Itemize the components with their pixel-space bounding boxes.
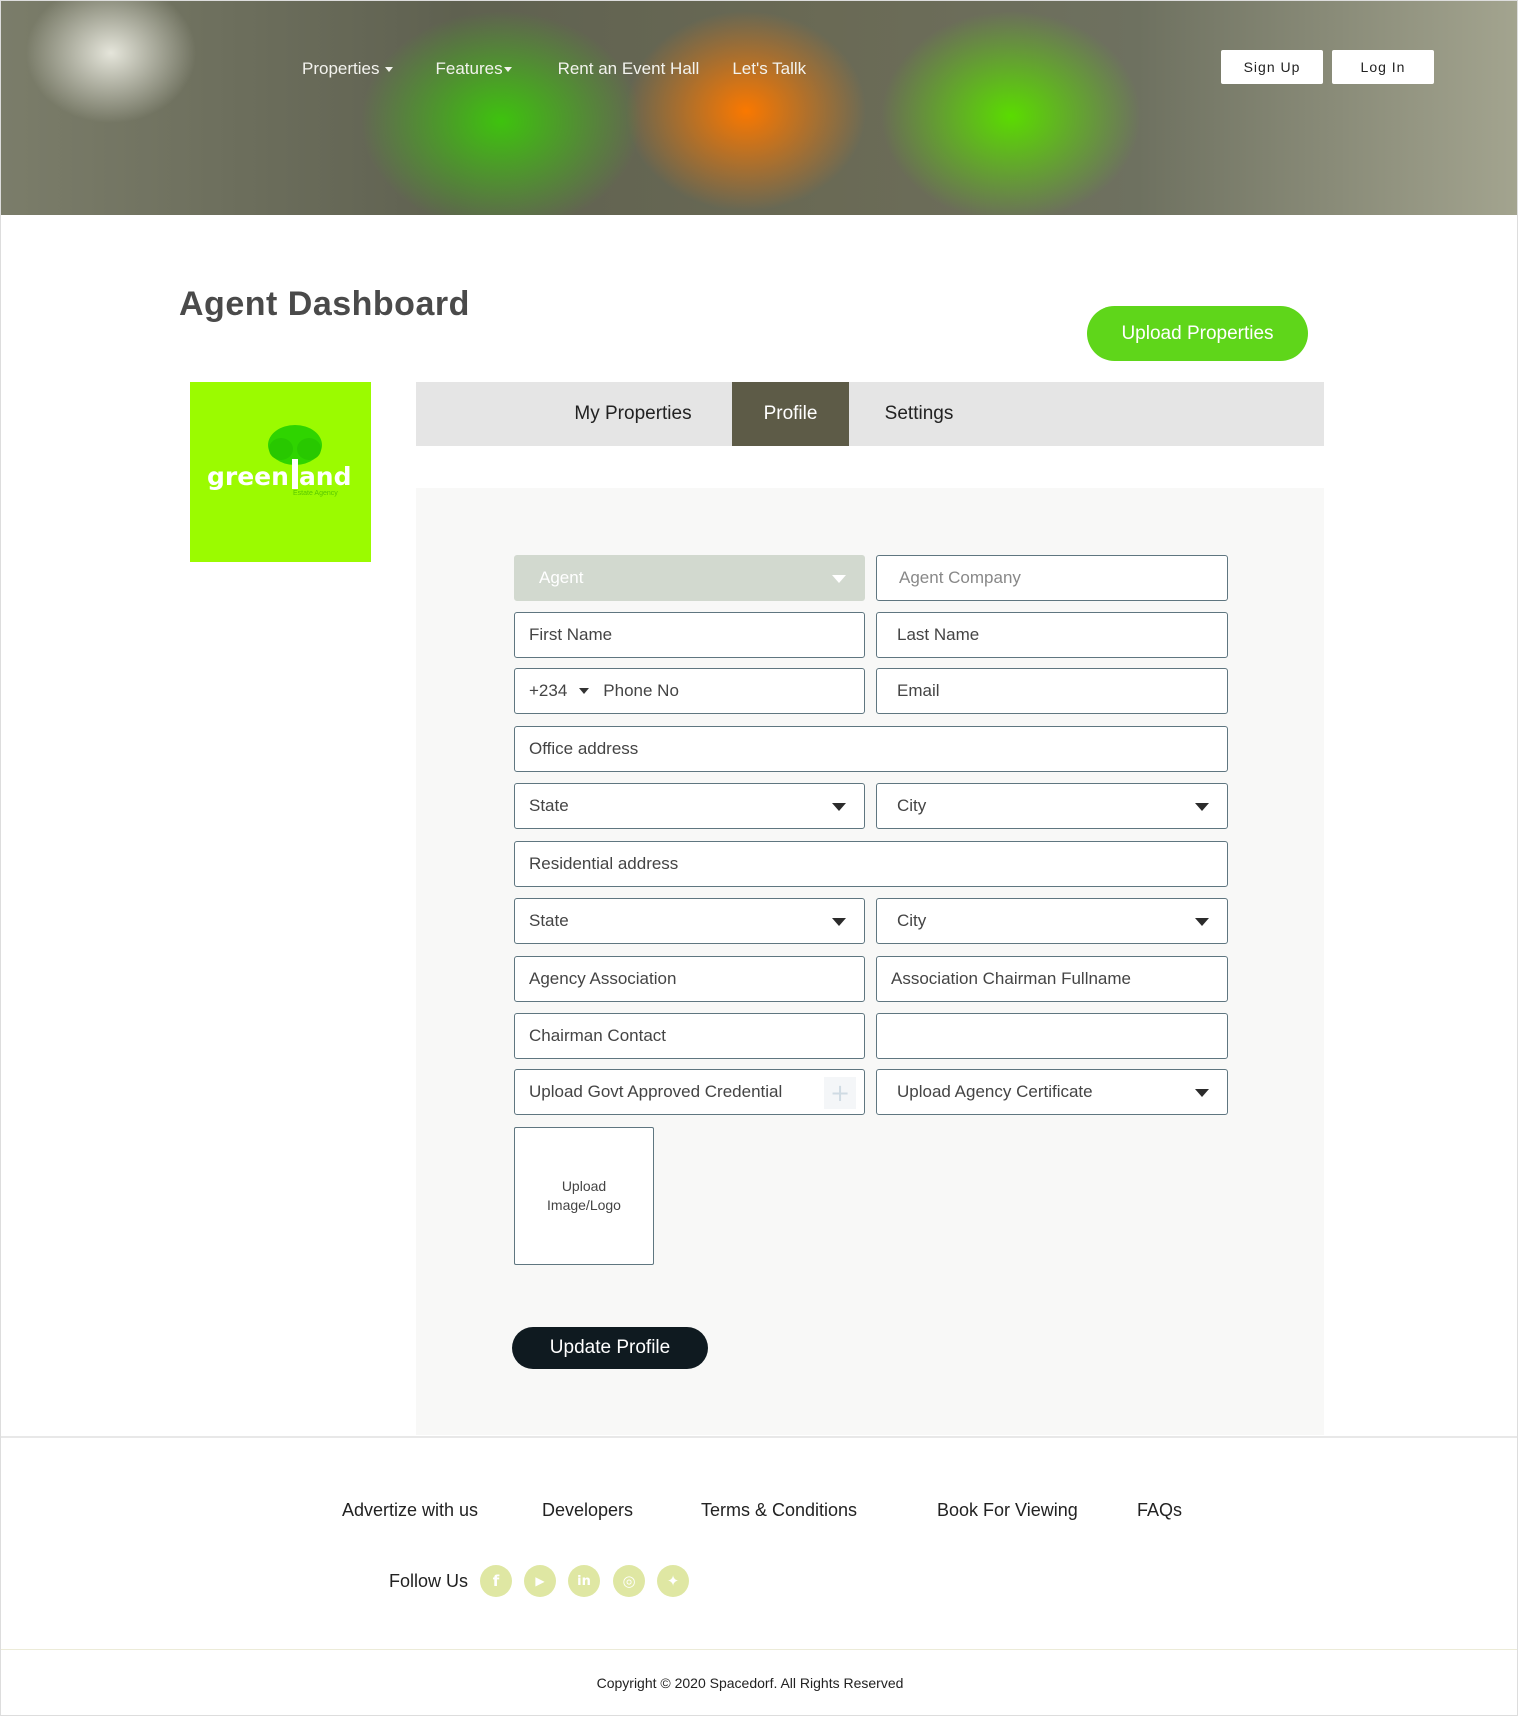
footer-link-faqs[interactable]: FAQs <box>1137 1500 1182 1521</box>
footer-divider <box>1 1436 1517 1438</box>
upload-properties-button[interactable]: Upload Properties <box>1087 306 1308 361</box>
agent-company-input[interactable]: Agent Company <box>876 555 1228 601</box>
page-title: Agent Dashboard <box>179 285 470 323</box>
footer-link-terms[interactable]: Terms & Conditions <box>701 1500 857 1521</box>
nav-properties[interactable]: Properties <box>302 59 394 79</box>
facebook-icon[interactable]: f <box>480 1565 512 1597</box>
upload-credential-label: Upload Govt Approved Credential <box>529 1082 783 1101</box>
tab-my-properties[interactable]: My Properties <box>553 382 713 446</box>
phone-placeholder: Phone No <box>603 681 679 700</box>
office-state-select[interactable]: State <box>514 783 865 829</box>
instagram-icon[interactable]: ◎ <box>613 1565 645 1597</box>
footer-link-book-viewing[interactable]: Book For Viewing <box>937 1500 1078 1521</box>
email-input[interactable]: Email <box>876 668 1228 714</box>
first-name-input[interactable]: First Name <box>514 612 865 658</box>
email-placeholder: Email <box>897 681 940 700</box>
residential-city-select[interactable]: City <box>876 898 1228 944</box>
agency-association-input[interactable]: Agency Association <box>514 956 865 1002</box>
last-name-input[interactable]: Last Name <box>876 612 1228 658</box>
main-nav: Properties Features Rent an Event Hall L… <box>302 59 806 79</box>
agent-company-placeholder: Agent Company <box>899 568 1021 587</box>
logo-word-1: green <box>207 462 289 491</box>
nav-properties-label: Properties <box>302 59 380 78</box>
linkedin-icon[interactable]: in <box>568 1565 600 1597</box>
residential-address-input[interactable]: Residential address <box>514 841 1228 887</box>
chevron-down-icon <box>503 66 512 72</box>
last-name-placeholder: Last Name <box>897 625 980 644</box>
office-address-input[interactable]: Office address <box>514 726 1228 772</box>
footer-link-advertize[interactable]: Advertize with us <box>342 1500 478 1521</box>
residential-city-value: City <box>897 911 927 930</box>
phone-input[interactable]: +234 Phone No <box>514 668 865 714</box>
chevron-down-icon <box>579 688 590 694</box>
chevron-down-icon <box>1195 918 1209 926</box>
phone-code-select[interactable]: +234 <box>529 681 567 701</box>
hero-header: Properties Features Rent an Event Hall L… <box>1 1 1517 215</box>
update-profile-button[interactable]: Update Profile <box>512 1327 708 1369</box>
upload-certificate-select[interactable]: Upload Agency Certificate <box>876 1069 1228 1115</box>
dashboard-tabs: My Properties Profile Settings <box>416 382 1324 446</box>
nav-features-label: Features <box>435 59 503 78</box>
chevron-down-icon <box>832 575 846 583</box>
upload-image-logo-box[interactable]: Upload Image/Logo <box>514 1127 654 1265</box>
residential-state-select[interactable]: State <box>514 898 865 944</box>
youtube-icon[interactable]: ▶ <box>524 1565 556 1597</box>
residential-state-value: State <box>529 911 569 930</box>
nav-lets-talk-label: Let's Tallk <box>732 59 807 78</box>
log-in-button[interactable]: Log In <box>1332 50 1434 84</box>
footer-link-developers[interactable]: Developers <box>542 1500 633 1521</box>
logo-wordmark: green and <box>207 462 352 491</box>
office-city-select[interactable]: City <box>876 783 1228 829</box>
chevron-down-icon <box>385 66 394 72</box>
logo-word-2: and <box>298 462 352 491</box>
office-address-placeholder: Office address <box>529 739 639 758</box>
chairman-fullname-placeholder: Association Chairman Fullname <box>891 969 1131 988</box>
first-name-placeholder: First Name <box>529 625 613 644</box>
upload-certificate-label: Upload Agency Certificate <box>897 1082 1093 1101</box>
agency-association-placeholder: Agency Association <box>529 969 677 988</box>
nav-rent-event-hall[interactable]: Rent an Event Hall <box>558 59 700 79</box>
extra-input[interactable] <box>876 1013 1228 1059</box>
role-select-value: Agent <box>539 568 584 587</box>
plus-icon[interactable]: + <box>824 1077 856 1109</box>
nav-features[interactable]: Features <box>435 59 512 79</box>
footer-divider-bottom <box>1 1649 1517 1650</box>
upload-credential-input[interactable]: Upload Govt Approved Credential + <box>514 1069 865 1115</box>
chairman-contact-placeholder: Chairman Contact <box>529 1026 667 1045</box>
upload-image-logo-label: Upload Image/Logo <box>547 1178 621 1213</box>
copyright-text: Copyright © 2020 Spacedorf. All Rights R… <box>596 1675 904 1691</box>
chevron-down-icon <box>1195 803 1209 811</box>
sign-up-button[interactable]: Sign Up <box>1221 50 1323 84</box>
nav-lets-talk[interactable]: Let's Tallk <box>732 59 806 79</box>
tab-settings[interactable]: Settings <box>864 382 974 446</box>
chairman-fullname-input[interactable]: Association Chairman Fullname <box>876 956 1228 1002</box>
twitter-icon[interactable]: ✦ <box>657 1565 689 1597</box>
chevron-down-icon <box>1195 1089 1209 1097</box>
nav-rent-event-hall-label: Rent an Event Hall <box>557 59 700 78</box>
tab-profile[interactable]: Profile <box>732 382 849 446</box>
logo-tagline: Estate Agency <box>293 490 338 497</box>
office-state-value: State <box>529 796 569 815</box>
chevron-down-icon <box>832 918 846 926</box>
office-city-value: City <box>897 796 927 815</box>
residential-address-placeholder: Residential address <box>529 854 679 873</box>
chevron-down-icon <box>832 803 846 811</box>
agency-logo: green and Estate Agency <box>190 382 371 562</box>
chairman-contact-input[interactable]: Chairman Contact <box>514 1013 865 1059</box>
follow-us-label: Follow Us <box>389 1571 469 1591</box>
role-select[interactable]: Agent <box>514 555 865 601</box>
